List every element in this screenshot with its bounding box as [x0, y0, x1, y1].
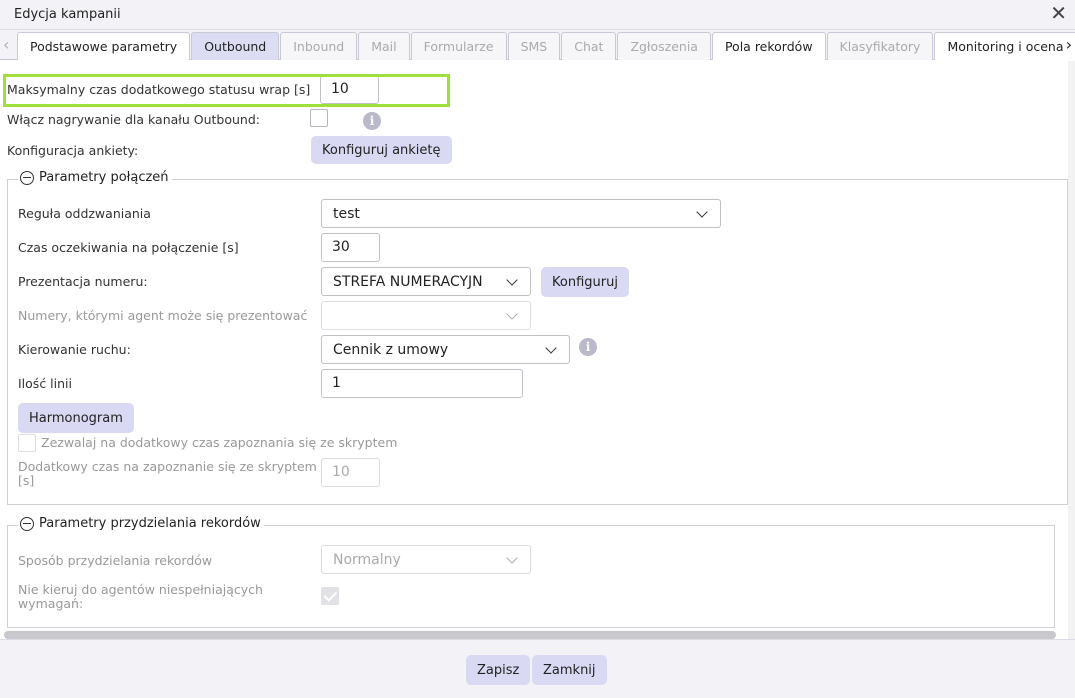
- collapse-icon[interactable]: [20, 170, 34, 185]
- routing-value: Cennik z umowy: [333, 342, 449, 358]
- routing-label: Kierowanie ruchu:: [18, 342, 131, 357]
- survey-highlight: [3, 74, 450, 107]
- agent-numbers-select[interactable]: [321, 301, 531, 330]
- tab-list: Podstawowe parametry Outbound Inbound Mail F…: [17, 32, 1075, 60]
- dialog-content: Maksymalny czas dodatkowego statusu wrap…: [0, 61, 1068, 639]
- tab-outbound[interactable]: Outbound: [191, 32, 280, 60]
- recording-label: Włącz nagrywanie dla kanału Outbound:: [7, 112, 260, 127]
- assignment-method-select[interactable]: Normalny: [321, 545, 531, 574]
- horizontal-scrollbar[interactable]: [4, 631, 1056, 639]
- wait-time-label: Czas oczekiwania na połączenie [s]: [18, 240, 239, 255]
- info-icon[interactable]: i: [579, 338, 597, 356]
- configure-number-button[interactable]: Konfiguruj: [541, 267, 629, 297]
- lines-input[interactable]: 1: [321, 369, 523, 398]
- callback-rule-value: test: [333, 206, 360, 222]
- skip-agents-label: Nie kieruj do agentów niespełniających: [18, 582, 263, 597]
- connections-legend-text: Parametry połączeń: [39, 170, 169, 185]
- extra-time-label: Dodatkowy czas na zapoznanie się ze skry…: [18, 459, 317, 474]
- tab-mail[interactable]: Mail: [358, 32, 410, 60]
- skip-agents-label-cont: wymagań:: [18, 596, 84, 611]
- chevron-down-icon: [545, 342, 557, 354]
- records-fieldset: [7, 525, 1055, 628]
- assignment-method-label: Sposób przydzielania rekordów: [18, 553, 213, 568]
- vertical-scrollbar[interactable]: [1068, 61, 1075, 639]
- info-icon[interactable]: i: [363, 112, 381, 130]
- close-button[interactable]: Zamknij: [532, 655, 607, 685]
- chevron-down-icon: [506, 552, 518, 564]
- configure-survey-button[interactable]: Konfiguruj ankietę: [311, 136, 452, 164]
- assignment-method-value: Normalny: [333, 552, 401, 568]
- dialog-footer: Zapisz Zamknij: [0, 639, 1075, 698]
- tab-zgłoszenia[interactable]: Zgłoszenia: [617, 32, 711, 60]
- tab-chat[interactable]: Chat: [561, 32, 617, 60]
- tab-inbound[interactable]: Inbound: [280, 32, 358, 60]
- tab-scroll-right-icon[interactable]: ›: [1066, 35, 1072, 54]
- records-legend[interactable]: Parametry przydzielania rekordów: [18, 516, 264, 531]
- callback-rule-select[interactable]: test: [321, 199, 721, 228]
- callback-rule-label: Reguła oddzwaniania: [18, 206, 151, 221]
- survey-label: Konfiguracja ankiety:: [7, 143, 139, 158]
- close-icon[interactable]: ✕: [1050, 3, 1067, 23]
- collapse-icon[interactable]: [20, 516, 34, 531]
- extra-time-input[interactable]: 10: [321, 458, 380, 487]
- tab-monitoring-i-ocena[interactable]: Monitoring i ocena: [934, 32, 1075, 60]
- chevron-down-icon: [506, 274, 518, 286]
- script-time-checkbox[interactable]: [18, 434, 36, 452]
- records-legend-text: Parametry przydzielania rekordów: [39, 516, 261, 531]
- chevron-down-icon: [506, 308, 518, 320]
- extra-time-label-unit: [s]: [18, 473, 35, 488]
- tab-podstawowe-parametry[interactable]: Podstawowe parametry: [17, 32, 191, 60]
- save-button[interactable]: Zapisz: [466, 655, 531, 685]
- wait-time-input[interactable]: 30: [321, 233, 380, 262]
- schedule-button[interactable]: Harmonogram: [18, 403, 134, 433]
- dialog-title: Edycja kampanii: [14, 7, 121, 22]
- connections-legend[interactable]: Parametry połączeń: [18, 170, 172, 185]
- dialog-titlebar: Edycja kampanii ✕: [0, 0, 1075, 30]
- tab-sms[interactable]: SMS: [507, 32, 561, 60]
- routing-select[interactable]: Cennik z umowy: [321, 335, 570, 364]
- tab-scroll-left-icon[interactable]: ‹: [3, 35, 9, 54]
- script-time-label: Zezwalaj na dodatkowy czas zapoznania si…: [41, 435, 398, 450]
- skip-agents-checkbox[interactable]: [321, 587, 339, 605]
- recording-checkbox[interactable]: [310, 109, 328, 127]
- number-presentation-select[interactable]: STREFA NUMERACYJN: [321, 267, 531, 296]
- agent-numbers-label: Numery, którymi agent może się prezentow…: [18, 308, 308, 323]
- number-presentation-value: STREFA NUMERACYJN: [333, 274, 483, 290]
- tab-bar: ‹ Podstawowe parametry Outbound Inbound Mai…: [0, 30, 1075, 60]
- chevron-down-icon: [696, 206, 708, 218]
- number-presentation-label: Prezentacja numeru:: [18, 274, 148, 289]
- tab-pola-rekordów[interactable]: Pola rekordów: [711, 32, 826, 60]
- lines-label: Ilość linii: [18, 376, 72, 391]
- tab-klasyfikatory[interactable]: Klasyfikatory: [826, 32, 934, 60]
- tab-formularze[interactable]: Formularze: [410, 32, 507, 60]
